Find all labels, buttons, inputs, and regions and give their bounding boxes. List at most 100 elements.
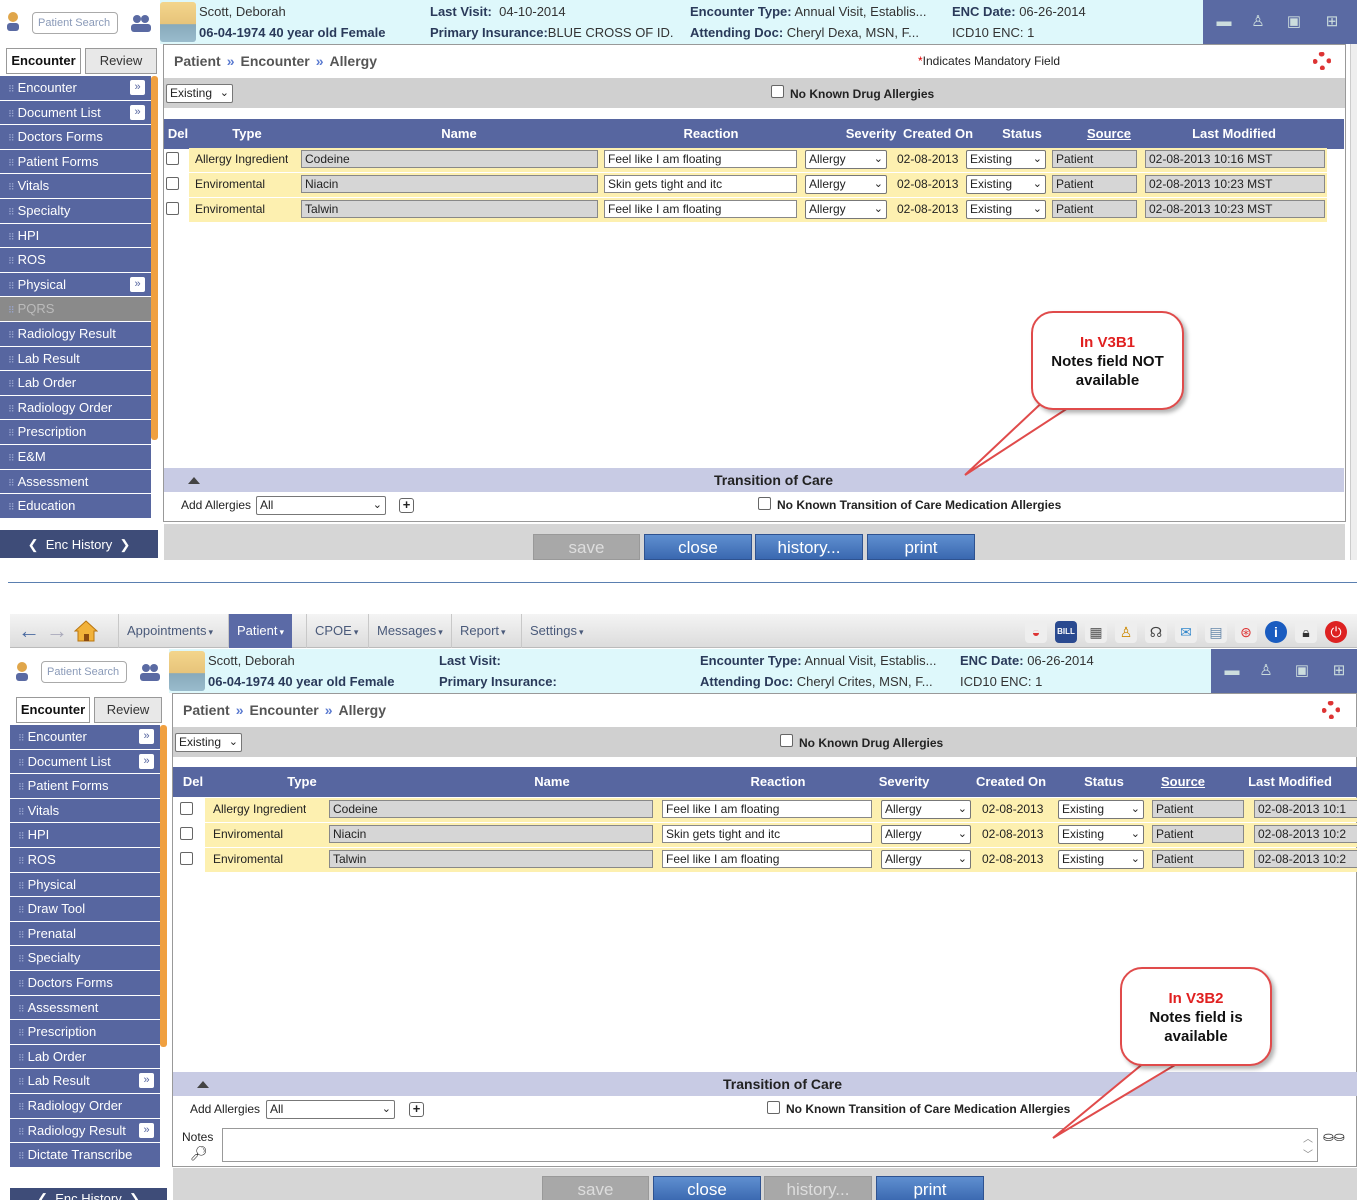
nav-item-radiology-result[interactable]: Radiology Result [0,321,151,347]
nav-scrollbar[interactable] [160,725,167,1047]
nav-item-pqrs[interactable]: PQRS [0,297,151,322]
users-icon[interactable] [130,12,152,34]
row-name-field[interactable]: Niacin [301,175,598,193]
notes-search-icon[interactable]: 🔎︎ [190,1145,208,1162]
stethoscope-icon[interactable]: ☊ [1145,621,1167,643]
menu-appointments[interactable]: Appointments ▾ [118,614,221,648]
nav-item-doctors-forms[interactable]: Doctors Forms [0,125,151,150]
nav-scrollbar[interactable] [151,76,158,440]
row-reaction-input[interactable]: Feel like I am floating [604,150,797,168]
nav-item-physical[interactable]: Physical » [0,272,151,298]
briefcase-icon[interactable]: ▬ [1212,10,1236,34]
network-icon[interactable]: ⊞ [1327,659,1351,683]
row-reaction-input[interactable]: Skin gets tight and itc [662,825,872,843]
bill-icon[interactable]: BILL [1055,621,1077,643]
row-delete-checkbox[interactable] [166,152,179,165]
users-icon[interactable] [139,661,161,683]
menu-settings[interactable]: Settings ▾ [521,614,592,648]
nav-item-hpi[interactable]: HPI [0,223,151,249]
nav-item-lab-order[interactable]: Lab Order [0,371,151,396]
patient-search-input[interactable]: Patient Search [32,12,118,34]
row-severity-select[interactable]: Allergy ⌄ [805,200,887,219]
nav-item-lab-result[interactable]: Lab Result » [10,1069,160,1094]
nav-item-specialty[interactable]: Specialty [10,946,160,971]
nav-item-encounter[interactable]: Encounter » [0,76,151,101]
lock-icon[interactable]: 🔒︎ [1295,621,1317,643]
breadcrumb-patient[interactable]: Patient [183,702,230,718]
help-lifering-icon[interactable] [1322,701,1340,719]
chevron-double-right-icon[interactable]: » [130,104,145,120]
chevron-double-right-icon[interactable]: » [139,753,154,769]
column-header-source[interactable]: Source [1084,126,1134,141]
tab-encounter[interactable]: Encounter [6,48,81,74]
lifering-icon[interactable]: ⊛ [1235,621,1257,643]
nav-item-radiology-order[interactable]: Radiology Order [10,1093,160,1119]
row-name-field[interactable]: Codeine [329,800,653,818]
row-name-field[interactable]: Codeine [301,150,598,168]
nav-item-draw-tool[interactable]: Draw Tool [10,897,160,922]
no-known-toc-checkbox[interactable] [758,497,771,510]
breadcrumb-patient[interactable]: Patient [174,53,221,69]
tab-review[interactable]: Review [85,48,157,74]
nav-item-e-m[interactable]: E&M [0,444,151,470]
chevron-double-right-icon[interactable]: » [139,1122,154,1138]
breadcrumb-encounter[interactable]: Encounter [240,53,309,69]
chevron-double-right-icon[interactable]: » [130,276,145,292]
doctor-icon[interactable]: ♙ [1246,10,1270,34]
nav-item-prescription[interactable]: Prescription [0,420,151,445]
nav-item-vitals[interactable]: Vitals [10,798,160,824]
close-button[interactable]: close [644,534,752,560]
row-severity-select[interactable]: Allergy ⌄ [881,800,971,819]
row-severity-select[interactable]: Allergy ⌄ [805,150,887,169]
print-button[interactable]: print [876,1176,984,1200]
nav-item-lab-result[interactable]: Lab Result [0,346,151,372]
chevron-double-right-icon[interactable]: » [130,80,145,95]
nav-item-encounter[interactable]: Encounter » [10,725,160,750]
power-icon[interactable]: ⏻ [1325,621,1347,643]
nav-item-patient-forms[interactable]: Patient Forms [0,149,151,175]
close-button[interactable]: close [653,1176,761,1200]
row-status-select[interactable]: Existing ⌄ [966,200,1046,219]
nav-item-hpi[interactable]: HPI [10,823,160,848]
menu-patient[interactable]: Patient ▾ [228,614,293,648]
menu-messages[interactable]: Messages ▾ [368,614,451,648]
nav-item-specialty[interactable]: Specialty [0,198,151,224]
row-reaction-input[interactable]: Feel like I am floating [604,200,797,218]
row-status-select[interactable]: Existing ⌄ [1058,825,1144,844]
back-arrow-icon[interactable]: ← [18,620,40,642]
main-scrollbar[interactable] [1350,44,1357,560]
row-severity-select[interactable]: Allergy ⌄ [881,825,971,844]
notes-scroll-down-icon[interactable]: ﹀ [1303,1146,1313,1161]
history-button[interactable]: history... [755,534,863,560]
row-delete-checkbox[interactable] [180,827,193,840]
history-button[interactable]: history... [764,1176,872,1200]
document-user-icon[interactable]: ▣ [1290,659,1314,683]
row-status-select[interactable]: Existing ⌄ [966,175,1046,194]
nav-item-radiology-result[interactable]: Radiology Result » [10,1118,160,1144]
chevron-double-right-icon[interactable]: » [139,1073,154,1089]
row-reaction-input[interactable]: Feel like I am floating [662,850,872,868]
user-icon[interactable]: ♙ [1115,621,1137,643]
tab-review[interactable]: Review [94,697,162,723]
add-allergies-select[interactable]: All ⌄ [256,496,386,515]
no-known-drug-checkbox[interactable] [771,85,784,98]
nav-item-doctors-forms[interactable]: Doctors Forms [10,970,160,996]
row-severity-select[interactable]: Allergy ⌄ [805,175,887,194]
calendar-icon[interactable]: ▦ [1085,621,1107,643]
documents-icon[interactable]: ▤ [1205,621,1227,643]
tab-encounter[interactable]: Encounter [16,697,90,723]
nav-item-lab-order[interactable]: Lab Order [10,1044,160,1070]
row-delete-checkbox[interactable] [180,802,193,815]
nav-item-dictate-transcribe[interactable]: Dictate Transcribe [10,1143,160,1168]
document-user-icon[interactable]: ▣ [1282,10,1306,34]
print-button[interactable]: print [867,534,975,560]
save-button[interactable]: save [542,1176,649,1200]
menu-cpoe[interactable]: CPOE ▾ [306,614,366,648]
row-severity-select[interactable]: Allergy ⌄ [881,850,971,869]
nav-item-patient-forms[interactable]: Patient Forms [10,774,160,799]
row-status-select[interactable]: Existing ⌄ [1058,800,1144,819]
add-allergy-plus-button[interactable]: + [399,498,414,513]
nav-item-prenatal[interactable]: Prenatal [10,921,160,947]
nav-item-assessment[interactable]: Assessment [0,469,151,495]
user-nav-icon[interactable] [13,660,35,682]
